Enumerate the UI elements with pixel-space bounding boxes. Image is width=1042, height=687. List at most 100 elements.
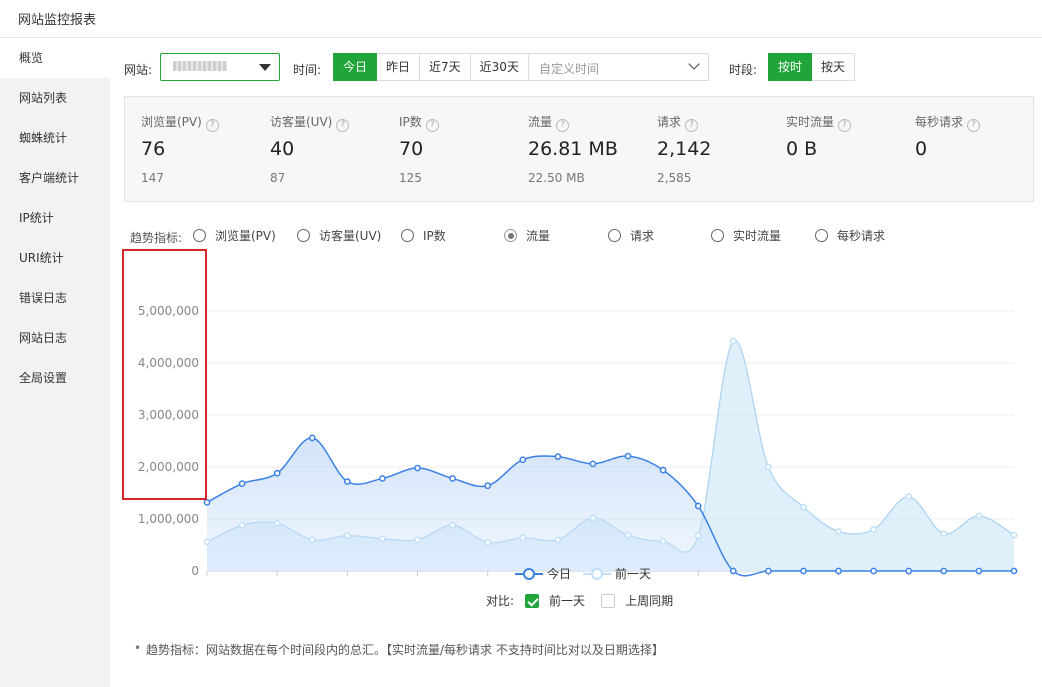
time-7days-button[interactable]: 近7天 (420, 53, 471, 81)
custom-time-placeholder: 自定义时间 (538, 62, 599, 76)
series-previous-point (519, 534, 527, 542)
series-previous-point (203, 538, 211, 546)
trend-option-label: 访客量(UV) (319, 229, 382, 243)
series-previous-point (449, 521, 456, 529)
period-label: 时段: (729, 63, 758, 77)
series-previous-point (554, 536, 562, 544)
series-previous-point (800, 503, 807, 511)
chevron-down-icon (688, 58, 700, 70)
trend-option-requests[interactable]: 请求 (608, 227, 654, 244)
radio-icon (608, 229, 621, 242)
stat-realtime-traffic: 实时流量? 0 B (770, 97, 895, 203)
site-select[interactable] (160, 53, 280, 81)
compare-previous-day-checkbox[interactable] (525, 593, 540, 608)
sidebar-item-spider-stats[interactable]: 蜘蛛统计 (0, 118, 110, 158)
main-panel: 网站: 时间: 今日 昨日 近7天 近30天 自定义时间 时段: 按时 按天 浏… (110, 38, 1042, 687)
trend-option-label: 每秒请求 (837, 229, 886, 243)
stat-ip-value: 70 (399, 138, 424, 160)
stat-rps: 每秒请求? 0 (899, 97, 1024, 203)
stat-ip-label: IP数 (399, 115, 422, 129)
stat-pv: 浏览量(PV)? 76 147 (125, 97, 250, 203)
help-icon[interactable]: ? (685, 119, 699, 132)
sidebar-item-client-stats[interactable]: 客户端统计 (0, 158, 110, 198)
sidebar-item-site-list[interactable]: 网站列表 (0, 78, 110, 118)
sidebar-item-site-log[interactable]: 网站日志 (0, 318, 110, 358)
trend-option-label: 请求 (630, 229, 655, 243)
compare-last-week-checkbox[interactable] (601, 593, 616, 608)
series-today-point (589, 460, 597, 468)
help-icon[interactable]: ? (425, 119, 439, 132)
stat-requests: 请求? 2,142 2,585 (641, 97, 766, 203)
series-today-point (449, 475, 456, 482)
legend-today-icon[interactable] (515, 567, 543, 581)
y-tick-label: 0 (191, 564, 199, 578)
stat-pv-previous: 147 (141, 171, 164, 185)
stat-requests-value: 2,142 (657, 138, 712, 160)
filter-bar: 网站: 时间: 今日 昨日 近7天 近30天 自定义时间 时段: 按时 按天 (110, 53, 1042, 83)
trend-option-ip[interactable]: IP数 (401, 227, 446, 244)
trend-option-pv[interactable]: 浏览量(PV) (193, 227, 276, 244)
series-previous-point (905, 493, 913, 500)
stat-rps-label: 每秒请求 (915, 115, 964, 129)
trend-option-label: 浏览量(PV) (215, 229, 276, 243)
stat-ip-previous: 125 (399, 171, 422, 185)
stat-traffic: 流量? 26.81 MB 22.50 MB (512, 97, 637, 203)
radio-icon (193, 229, 206, 242)
time-30days-button[interactable]: 近30天 (470, 53, 529, 81)
sidebar-item-error-log[interactable]: 错误日志 (0, 278, 110, 318)
series-today-point (519, 456, 527, 464)
time-today-button[interactable]: 今日 (333, 53, 378, 81)
sidebar: 概览 网站列表 蜘蛛统计 客户端统计 IP统计 URI统计 错误日志 网站日志 … (0, 38, 110, 687)
trend-option-label: 实时流量 (733, 229, 782, 243)
legend-previous-icon[interactable] (583, 567, 612, 581)
radio-icon (815, 229, 828, 242)
series-previous-point (870, 526, 878, 533)
y-tick-label: 3,000,000 (138, 408, 199, 422)
series-today-point (659, 466, 667, 474)
stat-pv-value: 76 (141, 138, 166, 160)
sidebar-item-overview[interactable]: 概览 (0, 38, 110, 78)
trend-selector: 趋势指标: 浏览量(PV) 访客量(UV) IP数 流量 请求 实时流量 每秒请… (130, 227, 1030, 247)
stat-rps-value: 0 (915, 138, 928, 160)
trend-option-label: 流量 (526, 229, 551, 243)
trend-option-traffic[interactable]: 流量 (504, 227, 550, 244)
sidebar-item-ip-stats[interactable]: IP统计 (0, 198, 110, 238)
series-today-point (554, 453, 562, 460)
trend-option-realtime-traffic[interactable]: 实时流量 (711, 227, 781, 244)
time-yesterday-button[interactable]: 昨日 (377, 53, 421, 81)
series-today-point (624, 452, 632, 460)
period-group: 按时 按天 (768, 53, 856, 81)
stat-traffic-label: 流量 (528, 115, 553, 129)
y-tick-label: 2,000,000 (138, 460, 199, 474)
stat-realtime-traffic-value: 0 B (786, 138, 818, 160)
series-today-point (870, 567, 878, 575)
series-previous-point (975, 512, 983, 520)
legend-today-label[interactable]: 今日 (547, 565, 571, 582)
legend-previous-label[interactable]: 前一天 (615, 565, 651, 582)
trend-label: 趋势指标: (130, 231, 183, 245)
series-today-point (975, 567, 983, 575)
custom-time-input[interactable]: 自定义时间 (528, 53, 709, 81)
sidebar-item-global-settings[interactable]: 全局设置 (0, 358, 110, 398)
help-icon[interactable]: ? (967, 119, 981, 132)
y-tick-label: 4,000,000 (138, 356, 199, 370)
stat-realtime-traffic-label: 实时流量 (786, 115, 835, 129)
window-title: 网站监控报表 (18, 13, 97, 28)
period-daily-button[interactable]: 按天 (812, 53, 856, 81)
period-hourly-button[interactable]: 按时 (768, 53, 813, 81)
series-today-point (203, 499, 211, 506)
series-previous-point (238, 521, 246, 529)
help-icon[interactable]: ? (838, 119, 852, 132)
time-label: 时间: (293, 63, 322, 77)
compare-previous-day-label: 前一天 (549, 594, 586, 608)
help-icon[interactable]: ? (336, 119, 350, 132)
series-today-point (729, 567, 737, 575)
series-today-point (238, 480, 246, 487)
series-previous-point (308, 536, 316, 544)
trend-option-uv[interactable]: 访客量(UV) (297, 227, 381, 244)
help-icon[interactable]: ? (556, 119, 570, 132)
help-icon[interactable]: ? (205, 119, 219, 132)
trend-option-rps[interactable]: 每秒请求 (815, 227, 885, 244)
y-tick-label: 1,000,000 (138, 512, 199, 526)
sidebar-item-uri-stats[interactable]: URI统计 (0, 238, 110, 278)
